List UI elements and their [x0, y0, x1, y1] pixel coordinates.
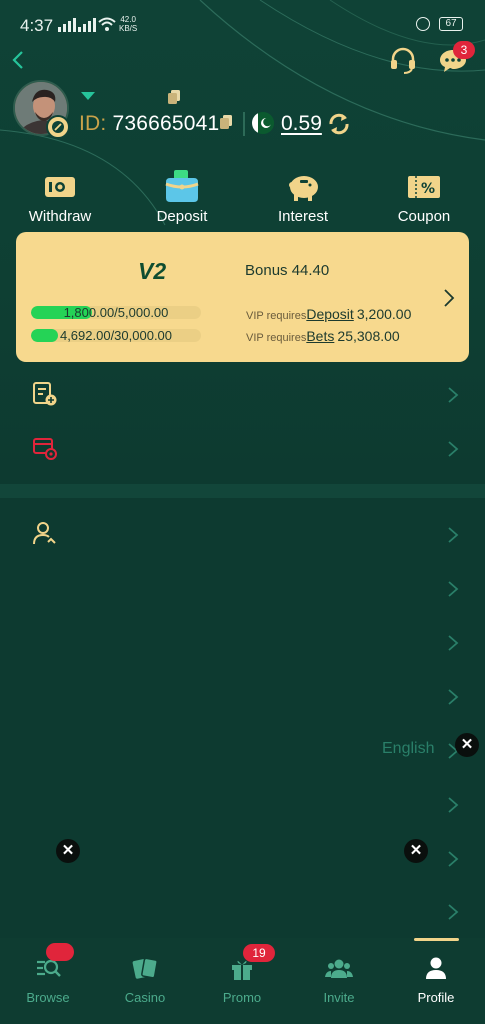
user-id: ID: 736665041: [79, 112, 220, 135]
bets-requirement: VIP requiresBets 25,308.00: [246, 328, 400, 344]
withdraw-button[interactable]: Withdraw: [10, 170, 110, 225]
chat-badge: 3: [453, 41, 475, 59]
chevron-right-icon[interactable]: [447, 580, 459, 598]
nav-promo[interactable]: Promo: [202, 954, 282, 1005]
chevron-right-icon: [444, 289, 455, 307]
coupon-icon: %: [408, 176, 440, 198]
nav-profile[interactable]: Profile: [396, 954, 476, 1005]
deposit-button[interactable]: Deposit: [132, 170, 232, 225]
deposit-requirement: VIP requiresDeposit 3,200.00: [246, 306, 412, 322]
nav-casino[interactable]: Casino: [105, 954, 185, 1005]
battery-indicator: 67: [439, 17, 463, 31]
chevron-right-icon[interactable]: [447, 850, 459, 868]
account-security-icon[interactable]: [32, 520, 58, 546]
account-dropdown-icon[interactable]: [81, 92, 95, 100]
person-icon: [426, 957, 446, 979]
nav-browse[interactable]: Browse: [8, 954, 88, 1005]
bets-link[interactable]: Bets: [306, 328, 334, 344]
rotation-lock-icon: [416, 17, 430, 31]
balance-value: 0.59: [281, 112, 322, 135]
wifi-icon: [98, 17, 116, 31]
refresh-icon[interactable]: [326, 112, 352, 136]
back-arrow-icon[interactable]: [10, 50, 26, 70]
network-speed: 42.0 KB/S: [119, 15, 138, 33]
close-icon[interactable]: ✕: [404, 839, 428, 863]
nav-invite[interactable]: Invite: [299, 954, 379, 1005]
chevron-right-icon[interactable]: [447, 688, 459, 706]
chevron-right-icon[interactable]: [447, 903, 459, 921]
chevron-right-icon[interactable]: [447, 386, 459, 404]
chevron-right-icon[interactable]: [447, 634, 459, 652]
chevron-right-icon[interactable]: [447, 526, 459, 544]
svg-text:%: %: [421, 181, 435, 197]
avatar-edit-badge[interactable]: [46, 115, 70, 139]
signal-icon-2: [78, 18, 96, 32]
deposit-link[interactable]: Deposit: [306, 306, 353, 322]
transaction-settings-icon[interactable]: [32, 435, 58, 461]
headset-icon[interactable]: [388, 46, 418, 74]
coupon-button[interactable]: % Coupon: [374, 170, 474, 225]
section-divider: [0, 484, 485, 498]
vip-bonus: Bonus 44.40: [245, 262, 330, 279]
pakistan-flag-icon: [252, 112, 274, 134]
close-icon[interactable]: ✕: [56, 839, 80, 863]
wallet-icon: [165, 170, 199, 202]
nav-active-indicator: [414, 938, 459, 941]
settings-section: [0, 498, 485, 938]
signal-icon: [58, 18, 76, 32]
bet-record-icon[interactable]: [32, 381, 58, 407]
vip-level: V2: [138, 258, 167, 284]
copy-id-icon[interactable]: [220, 115, 232, 129]
divider: [243, 112, 245, 136]
deposit-progress-text: 1,800.00/5,000.00: [63, 305, 169, 320]
vip-card[interactable]: V2 Bonus 44.40 1,800.00/5,000.00 4,692.0…: [16, 232, 469, 362]
copy-icon-small[interactable]: [168, 90, 180, 104]
piggy-bank-icon: [289, 176, 318, 201]
withdraw-icon: [45, 177, 75, 197]
bets-progress-text: 4,692.00/30,000.00: [59, 328, 173, 343]
status-time: 4:37: [20, 16, 54, 35]
cards-icon: [132, 957, 158, 979]
chevron-right-icon[interactable]: [447, 440, 459, 458]
chevron-right-icon[interactable]: [447, 796, 459, 814]
language-value[interactable]: English: [382, 740, 434, 758]
close-icon[interactable]: ✕: [455, 733, 479, 757]
status-bar: 4:37 42.0 KB/S 67: [0, 0, 485, 46]
people-icon: [325, 959, 353, 978]
interest-button[interactable]: Interest: [253, 170, 353, 225]
browse-notification-badge: [46, 943, 74, 961]
promo-badge: 19: [243, 944, 275, 962]
